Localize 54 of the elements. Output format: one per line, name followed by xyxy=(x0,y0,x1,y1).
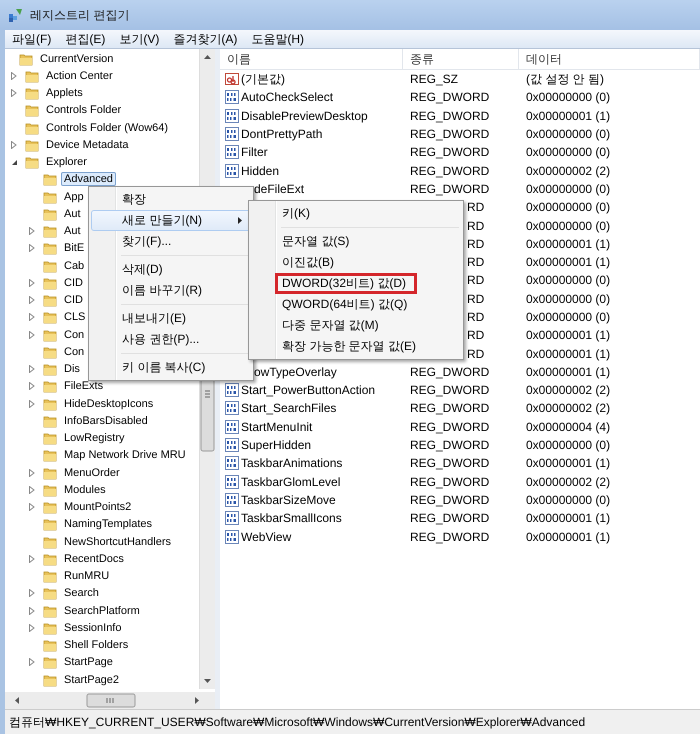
value-data: 0x00000001 (1) xyxy=(526,346,610,361)
value-type: REG_DWORD xyxy=(410,182,490,196)
value-data: 0x00000000 (0) xyxy=(526,200,610,214)
window-title: 레지스트리 편집기 xyxy=(30,6,130,24)
value-type: REG_DWORD xyxy=(410,145,490,160)
value-type: REG_DWORD xyxy=(410,383,490,398)
value-data: 0x00000000 (0) xyxy=(526,492,610,507)
value-data: 0x00000001 (1) xyxy=(526,328,610,342)
value-data: 0x00000000 (0) xyxy=(526,127,610,142)
value-data: 0x00000000 (0) xyxy=(526,182,610,196)
value-data: 0x00000001 (1) xyxy=(526,108,610,123)
value-data: 0x00000000 (0) xyxy=(526,273,610,288)
value-type: REG_DWORD xyxy=(410,108,490,123)
value-type: REG_SZ xyxy=(410,72,458,86)
value-type: REG_DWORD xyxy=(410,127,490,142)
value-type: REG_DWORD xyxy=(410,474,490,489)
value-type: REG_DWORD xyxy=(410,164,490,178)
value-type: REG_DWORD xyxy=(410,401,490,416)
value-data: 0x00000001 (1) xyxy=(526,530,610,544)
value-data: 0x00000002 (2) xyxy=(526,164,610,178)
value-type: REG_DWORD xyxy=(410,492,490,507)
value-type: REG_DWORD xyxy=(410,530,490,544)
value-data: 0x00000000 (0) xyxy=(526,292,610,306)
value-type: RD xyxy=(467,310,484,324)
value-type: RD xyxy=(467,346,484,361)
value-type: REG_DWORD xyxy=(410,456,490,470)
status-bar: 컴퓨터₩HKEY_CURRENT_USER₩Software₩Microsoft₩Windows₩CurrentVersion₩Explorer₩Advanced xyxy=(5,709,700,734)
value-data: 0x00000000 (0) xyxy=(526,310,610,324)
value-data: 0x00000002 (2) xyxy=(526,383,610,398)
value-data: 0x00000001 (1) xyxy=(526,255,610,270)
value-data: 0x00000002 (2) xyxy=(526,401,610,416)
value-type: RD xyxy=(467,328,484,342)
value-data: 0x00000001 (1) xyxy=(526,511,610,526)
value-type: RD xyxy=(467,218,484,233)
value-data: 0x00000000 (0) xyxy=(526,145,610,160)
value-type: RD xyxy=(467,292,484,306)
value-type: RD xyxy=(467,200,484,214)
value-data: 0x00000000 (0) xyxy=(526,218,610,233)
value-type: REG_DWORD xyxy=(410,364,490,379)
value-data: 0x00000004 (4) xyxy=(526,420,610,434)
value-data: 0x00000002 (2) xyxy=(526,474,610,489)
value-type: REG_DWORD xyxy=(410,420,490,434)
value-data: 0x00000000 (0) xyxy=(526,90,610,104)
value-type: RD xyxy=(467,255,484,270)
value-data: 0x00000001 (1) xyxy=(526,456,610,470)
value-type: REG_DWORD xyxy=(410,90,490,104)
value-type: RD xyxy=(467,273,484,288)
value-data: (값 설정 안 됨) xyxy=(526,72,604,86)
value-type: REG_DWORD xyxy=(410,511,490,526)
value-data: 0x00000001 (1) xyxy=(526,236,610,251)
value-type: REG_DWORD xyxy=(410,438,490,452)
value-data: 0x00000001 (1) xyxy=(526,364,610,379)
value-data: 0x00000000 (0) xyxy=(526,438,610,452)
value-type: RD xyxy=(467,236,484,251)
